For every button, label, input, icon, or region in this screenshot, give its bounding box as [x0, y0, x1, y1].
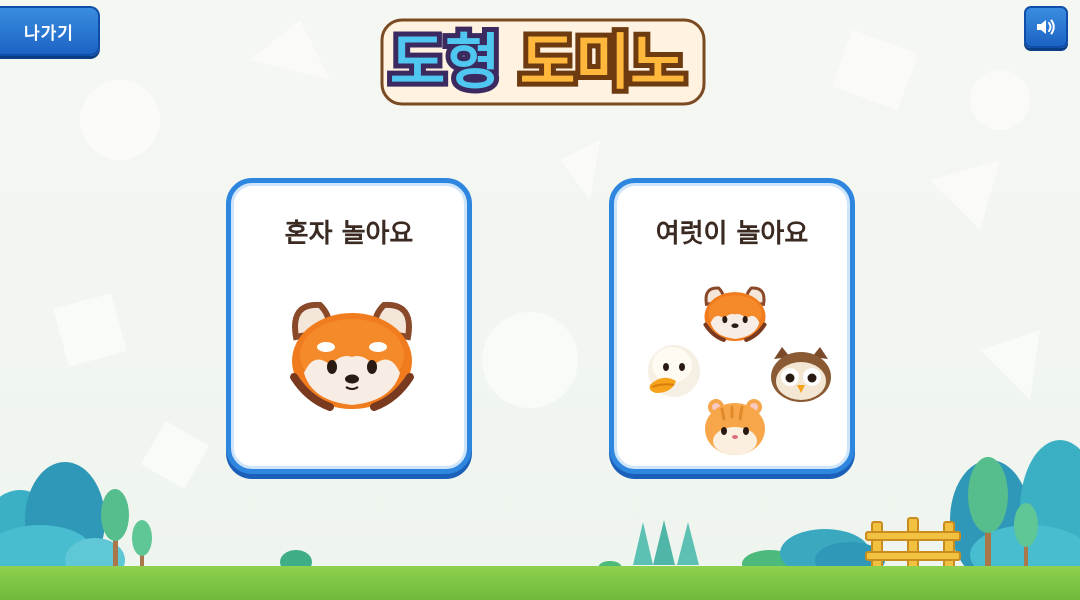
solo-play-label: 혼자 놀아요 — [284, 219, 414, 249]
exit-button[interactable]: 나가기 — [0, 6, 100, 56]
title-part-domino: 도미노 — [515, 23, 691, 103]
wooden-fence — [865, 517, 961, 573]
multi-play-card[interactable]: 여럿이 놀아요 — [609, 178, 855, 474]
owl-icon — [771, 347, 831, 402]
red-panda-icon — [290, 301, 414, 411]
speaker-icon — [1037, 19, 1055, 35]
grass-ground — [0, 566, 1080, 600]
sound-button[interactable] — [1024, 6, 1068, 48]
solo-play-card[interactable]: 혼자 놀아요 — [226, 178, 472, 474]
duck-icon — [648, 345, 700, 397]
game-title: 도형 도미노 — [378, 12, 708, 110]
title-part-shape: 도형 — [385, 23, 505, 103]
red-panda-icon — [703, 286, 767, 342]
multi-play-label: 여럿이 놀아요 — [655, 219, 809, 249]
hamster-icon — [705, 399, 765, 455]
